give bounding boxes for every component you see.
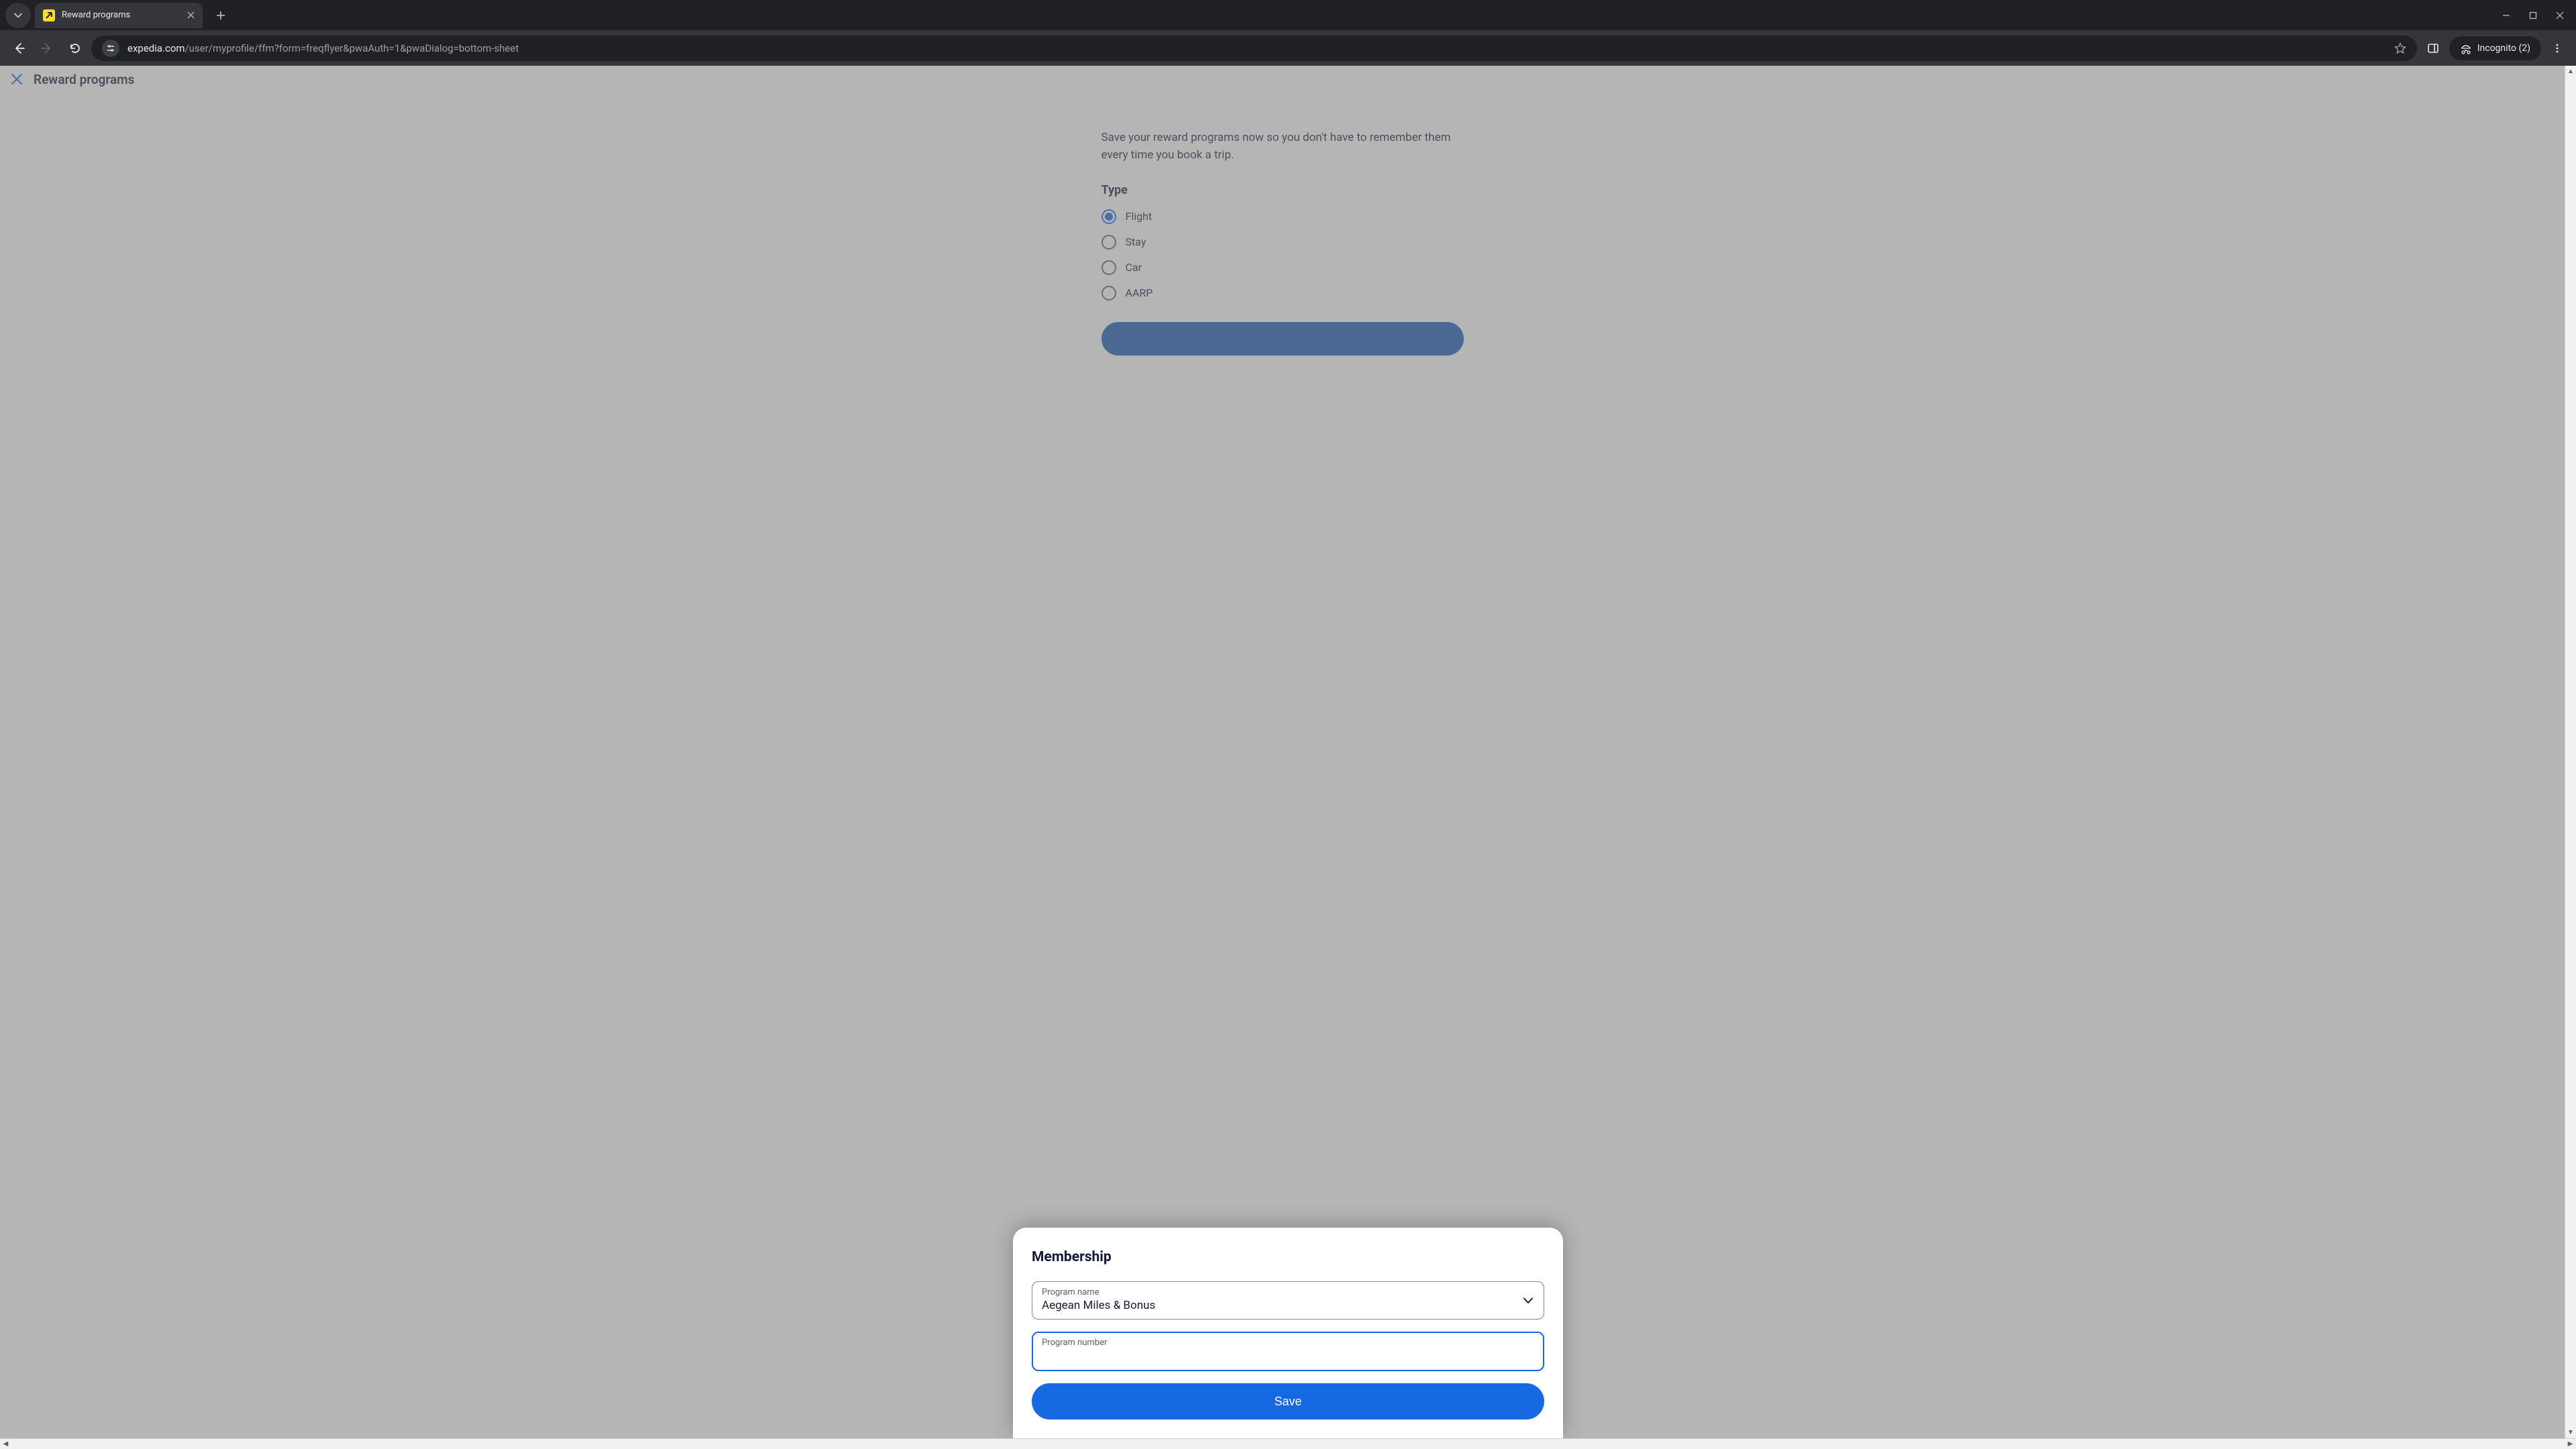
star-icon bbox=[2394, 42, 2406, 54]
membership-modal: Membership Program name Aegean Miles & B… bbox=[1013, 1228, 1563, 1438]
close-icon bbox=[187, 11, 195, 19]
panel-icon bbox=[2427, 42, 2439, 54]
modal-title: Membership bbox=[1032, 1249, 1544, 1265]
forward-button[interactable] bbox=[35, 36, 59, 60]
back-button[interactable] bbox=[7, 36, 31, 60]
field-value: Aegean Miles & Bonus bbox=[1042, 1299, 1534, 1312]
tune-icon bbox=[106, 44, 115, 53]
incognito-icon bbox=[2460, 42, 2472, 54]
chevron-down-icon bbox=[1523, 1297, 1533, 1304]
field-label: Program number bbox=[1042, 1338, 1534, 1348]
arrow-left-icon bbox=[13, 42, 25, 54]
reload-button[interactable] bbox=[63, 36, 87, 60]
tab-search-button[interactable] bbox=[5, 3, 31, 28]
tab-title: Reward programs bbox=[62, 10, 130, 20]
program-number-field[interactable]: Program number bbox=[1032, 1332, 1544, 1371]
program-name-select[interactable]: Program name Aegean Miles & Bonus bbox=[1032, 1281, 1544, 1320]
chevron-down-icon bbox=[14, 11, 22, 19]
vertical-scrollbar[interactable]: ▲ ▼ bbox=[2565, 66, 2576, 1438]
address-bar[interactable]: expedia.com/user/myprofile/ffm?form=freq… bbox=[91, 36, 2417, 61]
program-number-input[interactable] bbox=[1042, 1349, 1534, 1364]
url-text: expedia.com/user/myprofile/ffm?form=freq… bbox=[127, 42, 519, 54]
new-tab-button[interactable] bbox=[209, 4, 232, 27]
viewport: Reward programs Save your reward program… bbox=[0, 66, 2576, 1449]
browser-tab[interactable]: Reward programs bbox=[35, 3, 203, 28]
plus-icon bbox=[216, 11, 225, 20]
incognito-label: Incognito (2) bbox=[2477, 43, 2530, 54]
scroll-down-button[interactable]: ▼ bbox=[2565, 1427, 2576, 1438]
minimize-button[interactable] bbox=[2502, 11, 2510, 19]
reload-icon bbox=[69, 42, 81, 54]
close-icon bbox=[2556, 11, 2564, 19]
tab-bar: Reward programs bbox=[0, 0, 2576, 30]
maximize-button[interactable] bbox=[2529, 11, 2537, 19]
favicon-icon bbox=[43, 9, 55, 21]
scroll-up-button[interactable]: ▲ bbox=[2565, 66, 2576, 77]
scroll-right-button[interactable]: ▶ bbox=[2565, 1439, 2576, 1449]
side-panel-button[interactable] bbox=[2421, 36, 2445, 60]
browser-toolbar: expedia.com/user/myprofile/ffm?form=freq… bbox=[0, 30, 2576, 66]
tab-close-button[interactable] bbox=[187, 11, 195, 19]
browser-menu-button[interactable] bbox=[2545, 36, 2569, 60]
scroll-track[interactable] bbox=[2565, 77, 2576, 1427]
incognito-chip[interactable]: Incognito (2) bbox=[2449, 36, 2541, 60]
field-label: Program name bbox=[1042, 1287, 1534, 1297]
close-window-button[interactable] bbox=[2556, 11, 2564, 19]
more-vertical-icon bbox=[2552, 43, 2563, 54]
minimize-icon bbox=[2502, 11, 2510, 19]
window-controls bbox=[2502, 11, 2576, 19]
scroll-track[interactable] bbox=[11, 1439, 2565, 1449]
maximize-icon bbox=[2529, 11, 2537, 19]
arrow-right-icon bbox=[41, 42, 53, 54]
bookmark-button[interactable] bbox=[2394, 42, 2406, 54]
save-button[interactable]: Save bbox=[1032, 1383, 1544, 1419]
horizontal-scrollbar[interactable]: ◀ ▶ bbox=[0, 1438, 2576, 1449]
scroll-left-button[interactable]: ◀ bbox=[0, 1439, 11, 1449]
site-settings-button[interactable] bbox=[102, 40, 119, 57]
